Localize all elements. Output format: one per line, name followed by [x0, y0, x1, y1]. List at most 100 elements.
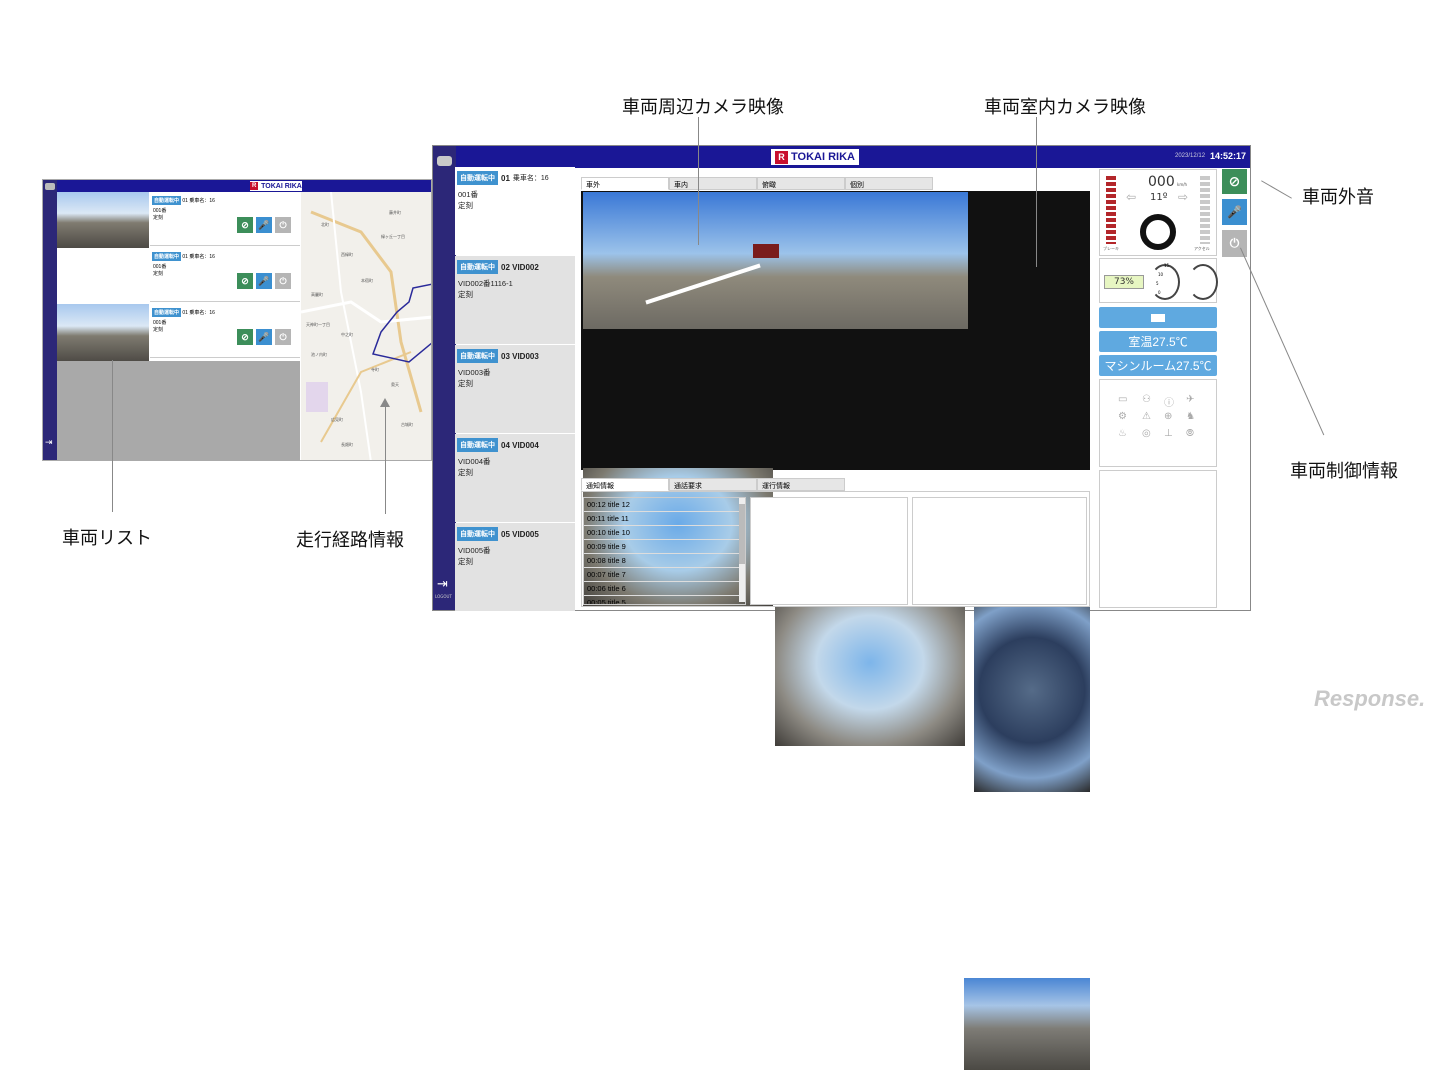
- camera-thumb[interactable]: [57, 192, 149, 248]
- vehicle-line1: 001番: [153, 264, 167, 270]
- power-button[interactable]: ⏻: [275, 273, 291, 289]
- interior-camera-feed[interactable]: [974, 607, 1090, 792]
- left-arrow-icon: ⇦: [1126, 190, 1137, 204]
- vehicle-extra: 乗車名：16: [512, 175, 549, 182]
- brake-warning-icon: ⓘ: [1164, 398, 1174, 409]
- status-badge: 自動運転中: [457, 527, 498, 541]
- rear-camera-feed[interactable]: [964, 978, 1090, 1070]
- list-item[interactable]: 00:06 title 6: [584, 582, 745, 596]
- arrow-head: [380, 398, 390, 407]
- list-item[interactable]: 00:11 title 11: [584, 512, 745, 526]
- leader-line: [112, 360, 113, 512]
- vehicle-card-selected[interactable]: 自動運転中 01 乗車名：16 001番 定刻: [455, 167, 575, 255]
- map-label: 奥天: [391, 382, 399, 387]
- list-item[interactable]: 00:09 title 9: [584, 540, 745, 554]
- watermark: Response.: [1314, 686, 1426, 711]
- vehicle-card[interactable]: 自動運転中 01 乗車名：16 001番 定刻 ⊘ 🎤 ⏻: [150, 250, 300, 302]
- tab-interior[interactable]: 車内: [669, 177, 757, 190]
- front-camera-feed[interactable]: [583, 192, 968, 329]
- accel-bar: [1200, 176, 1210, 244]
- vehicle-card[interactable]: 自動運転中 01 乗車名：16 001番 定刻 ⊘ 🎤 ⏻: [150, 194, 300, 246]
- mic-button[interactable]: 🎤: [256, 217, 272, 233]
- map-label: 藤井町: [389, 210, 401, 215]
- tab-individual[interactable]: 個別: [845, 177, 933, 190]
- vehicle-line2: 定刻: [458, 557, 473, 566]
- power-button[interactable]: ⏻: [275, 329, 291, 345]
- side-nav: ⇥ LOGOUT: [433, 146, 456, 610]
- hazard-icon: ⚠: [1142, 411, 1151, 422]
- tab-call-requests[interactable]: 通話要求: [669, 478, 757, 491]
- scrollbar[interactable]: [739, 498, 745, 602]
- vehicle-line1: VID003番: [458, 368, 491, 377]
- callout-surround-camera: 車両周辺カメラ映像: [622, 97, 784, 118]
- tab-exterior[interactable]: 車外: [581, 177, 669, 190]
- airbag-icon: ♞: [1186, 411, 1195, 422]
- list-item[interactable]: 00:10 title 10: [584, 526, 745, 540]
- speaker-off-button[interactable]: ⊘: [237, 217, 253, 233]
- vehicle-id: 01 乗車名：16: [182, 254, 215, 260]
- map-label: 天神町一丁目: [306, 322, 330, 327]
- machine-temp: マシンルーム27.5℃: [1099, 355, 1217, 376]
- vehicle-id: 05 VID005: [501, 529, 539, 539]
- list-item[interactable]: 00:05 title 5: [584, 596, 745, 604]
- vehicle-list-screen: R TOKAI RIKA ⇥ 自動運転中 01 乗車名：16 001番 定刻 ⊘ …: [42, 179, 432, 461]
- status-badge: 自動運転中: [457, 349, 498, 363]
- vehicle-id: 01: [501, 173, 510, 183]
- seat-warning-icon: ⚇: [1142, 394, 1151, 405]
- detail-panel-2: [912, 497, 1087, 605]
- gauge-mark: 5: [1156, 281, 1159, 286]
- tab-operations[interactable]: 運行情報: [757, 478, 845, 491]
- speaker-off-button[interactable]: ⊘: [237, 273, 253, 289]
- list-item[interactable]: 00:08 title 8: [584, 554, 745, 568]
- logout-icon[interactable]: ⇥: [45, 438, 55, 448]
- map-label: 緑ヶ丘一丁目: [381, 234, 405, 239]
- map-label: 古城町: [401, 422, 413, 427]
- map-label: 中之町: [341, 332, 353, 337]
- door-icon: [1149, 311, 1167, 324]
- steering-warning-icon: ◎: [1142, 428, 1151, 439]
- bus-icon[interactable]: [437, 156, 452, 166]
- engine-icon: ⚙: [1118, 411, 1127, 422]
- tab-notifications[interactable]: 通知情報: [581, 478, 669, 491]
- warning-lights-panel: ▭ ⚇ ⓘ ✈ ⚙ ⚠ ⊕ ♞ ♨ ◎ ⊥ ⦾: [1099, 379, 1217, 467]
- notification-list[interactable]: 00:12 title 12 00:11 title 11 00:10 titl…: [583, 497, 746, 605]
- vehicle-id: 01 乗車名：16: [182, 198, 215, 204]
- brake-bar: [1106, 176, 1116, 244]
- route-map[interactable]: 藤井町 緑ヶ丘一丁目 西緑町 本宿町 高麗町 天神町一丁目 中之町 寺町 池ノ内…: [301, 192, 431, 460]
- gauge-mark: 15: [1164, 263, 1170, 268]
- vehicle-card[interactable]: 自動運転中 05 VID005 VID005番 定刻: [455, 523, 575, 611]
- vehicle-line2: 定刻: [458, 379, 473, 388]
- exterior-sound-button[interactable]: ⊘: [1222, 169, 1247, 194]
- mic-button[interactable]: 🎤: [256, 329, 272, 345]
- bus-icon[interactable]: [45, 183, 55, 190]
- list-item[interactable]: 00:07 title 7: [584, 568, 745, 582]
- logout-icon[interactable]: ⇥: [437, 578, 448, 591]
- power-button[interactable]: ⏻: [275, 217, 291, 233]
- vehicle-card[interactable]: 自動運転中 04 VID004 VID004番 定刻: [455, 434, 575, 522]
- vehicle-card[interactable]: 自動運転中 03 VID003 VID003番 定刻: [455, 345, 575, 433]
- alert-icon: ⊕: [1164, 411, 1173, 422]
- leader-line: [1261, 180, 1292, 199]
- gauge-mark: 10: [1158, 272, 1164, 277]
- speed-unit: km/h: [1177, 182, 1188, 187]
- tab-overview[interactable]: 俯瞰: [757, 177, 845, 190]
- map-label: 高麗町: [311, 292, 323, 297]
- steer-angle: 11º: [1150, 192, 1168, 203]
- oil-icon: ♨: [1118, 428, 1127, 439]
- vehicle-line2: 定刻: [458, 201, 473, 210]
- top-bar: [43, 180, 431, 192]
- vehicle-card[interactable]: 自動運転中 01 乗車名：16 001番 定刻 ⊘ 🎤 ⏻: [150, 306, 300, 358]
- vehicle-line2: 定刻: [458, 290, 473, 299]
- brand-logo: R TOKAI RIKA: [250, 181, 302, 191]
- callout-vehicle-control: 車両制御情報: [1290, 461, 1398, 482]
- map-label: 寺町: [371, 367, 379, 372]
- vehicle-line1: 001番: [458, 190, 479, 199]
- mic-button[interactable]: 🎤: [256, 273, 272, 289]
- vehicle-card[interactable]: 自動運転中 02 VID002 VID002番1116-1 定刻: [455, 256, 575, 344]
- camera-thumb[interactable]: [57, 304, 149, 362]
- door-button[interactable]: [1099, 307, 1217, 328]
- list-item[interactable]: 00:12 title 12: [584, 498, 745, 512]
- right-camera-feed[interactable]: [775, 607, 965, 746]
- speaker-off-button[interactable]: ⊘: [237, 329, 253, 345]
- mic-button[interactable]: 🎤: [1222, 199, 1247, 225]
